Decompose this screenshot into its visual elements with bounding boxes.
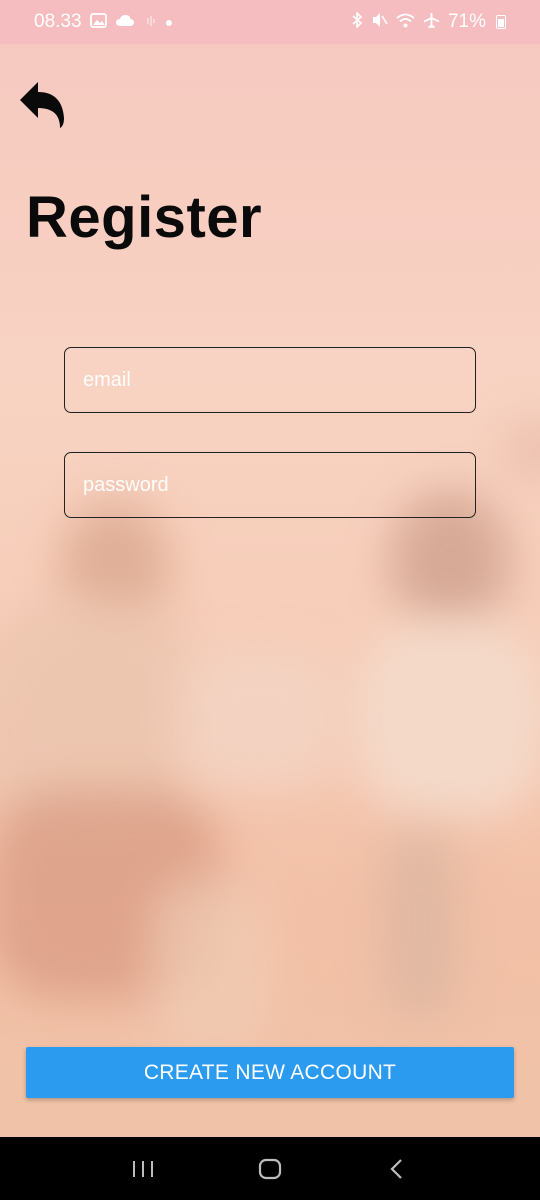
system-nav-bar [0,1137,540,1200]
create-account-label: CREATE NEW ACCOUNT [143,1060,397,1084]
create-account-button[interactable]: CREATE NEW ACCOUNT [26,1047,514,1098]
back-arrow-icon [20,82,64,128]
page-title: Register [26,185,263,250]
wifi-icon [396,13,415,32]
recent-apps-button[interactable] [113,1144,173,1194]
mute-icon [371,12,388,32]
password-field[interactable] [64,452,476,518]
image-icon [89,12,107,32]
signal-wave-icon [143,14,157,31]
airplane-icon [423,12,440,33]
cloud-icon [115,14,135,31]
status-bar: 08.33 71% [0,0,540,44]
home-icon [258,1158,282,1179]
clock: 08.33 [34,11,82,32]
back-icon [390,1158,402,1179]
system-back-button[interactable] [367,1144,427,1194]
background-image [0,0,540,1137]
battery-icon [496,15,506,29]
recent-apps-icon [133,1160,154,1177]
back-button[interactable] [14,76,68,132]
dot-icon [165,14,173,31]
bluetooth-icon [351,11,363,32]
home-button[interactable] [240,1144,300,1194]
email-field[interactable] [64,347,476,413]
battery-percent: 71% [447,11,486,32]
